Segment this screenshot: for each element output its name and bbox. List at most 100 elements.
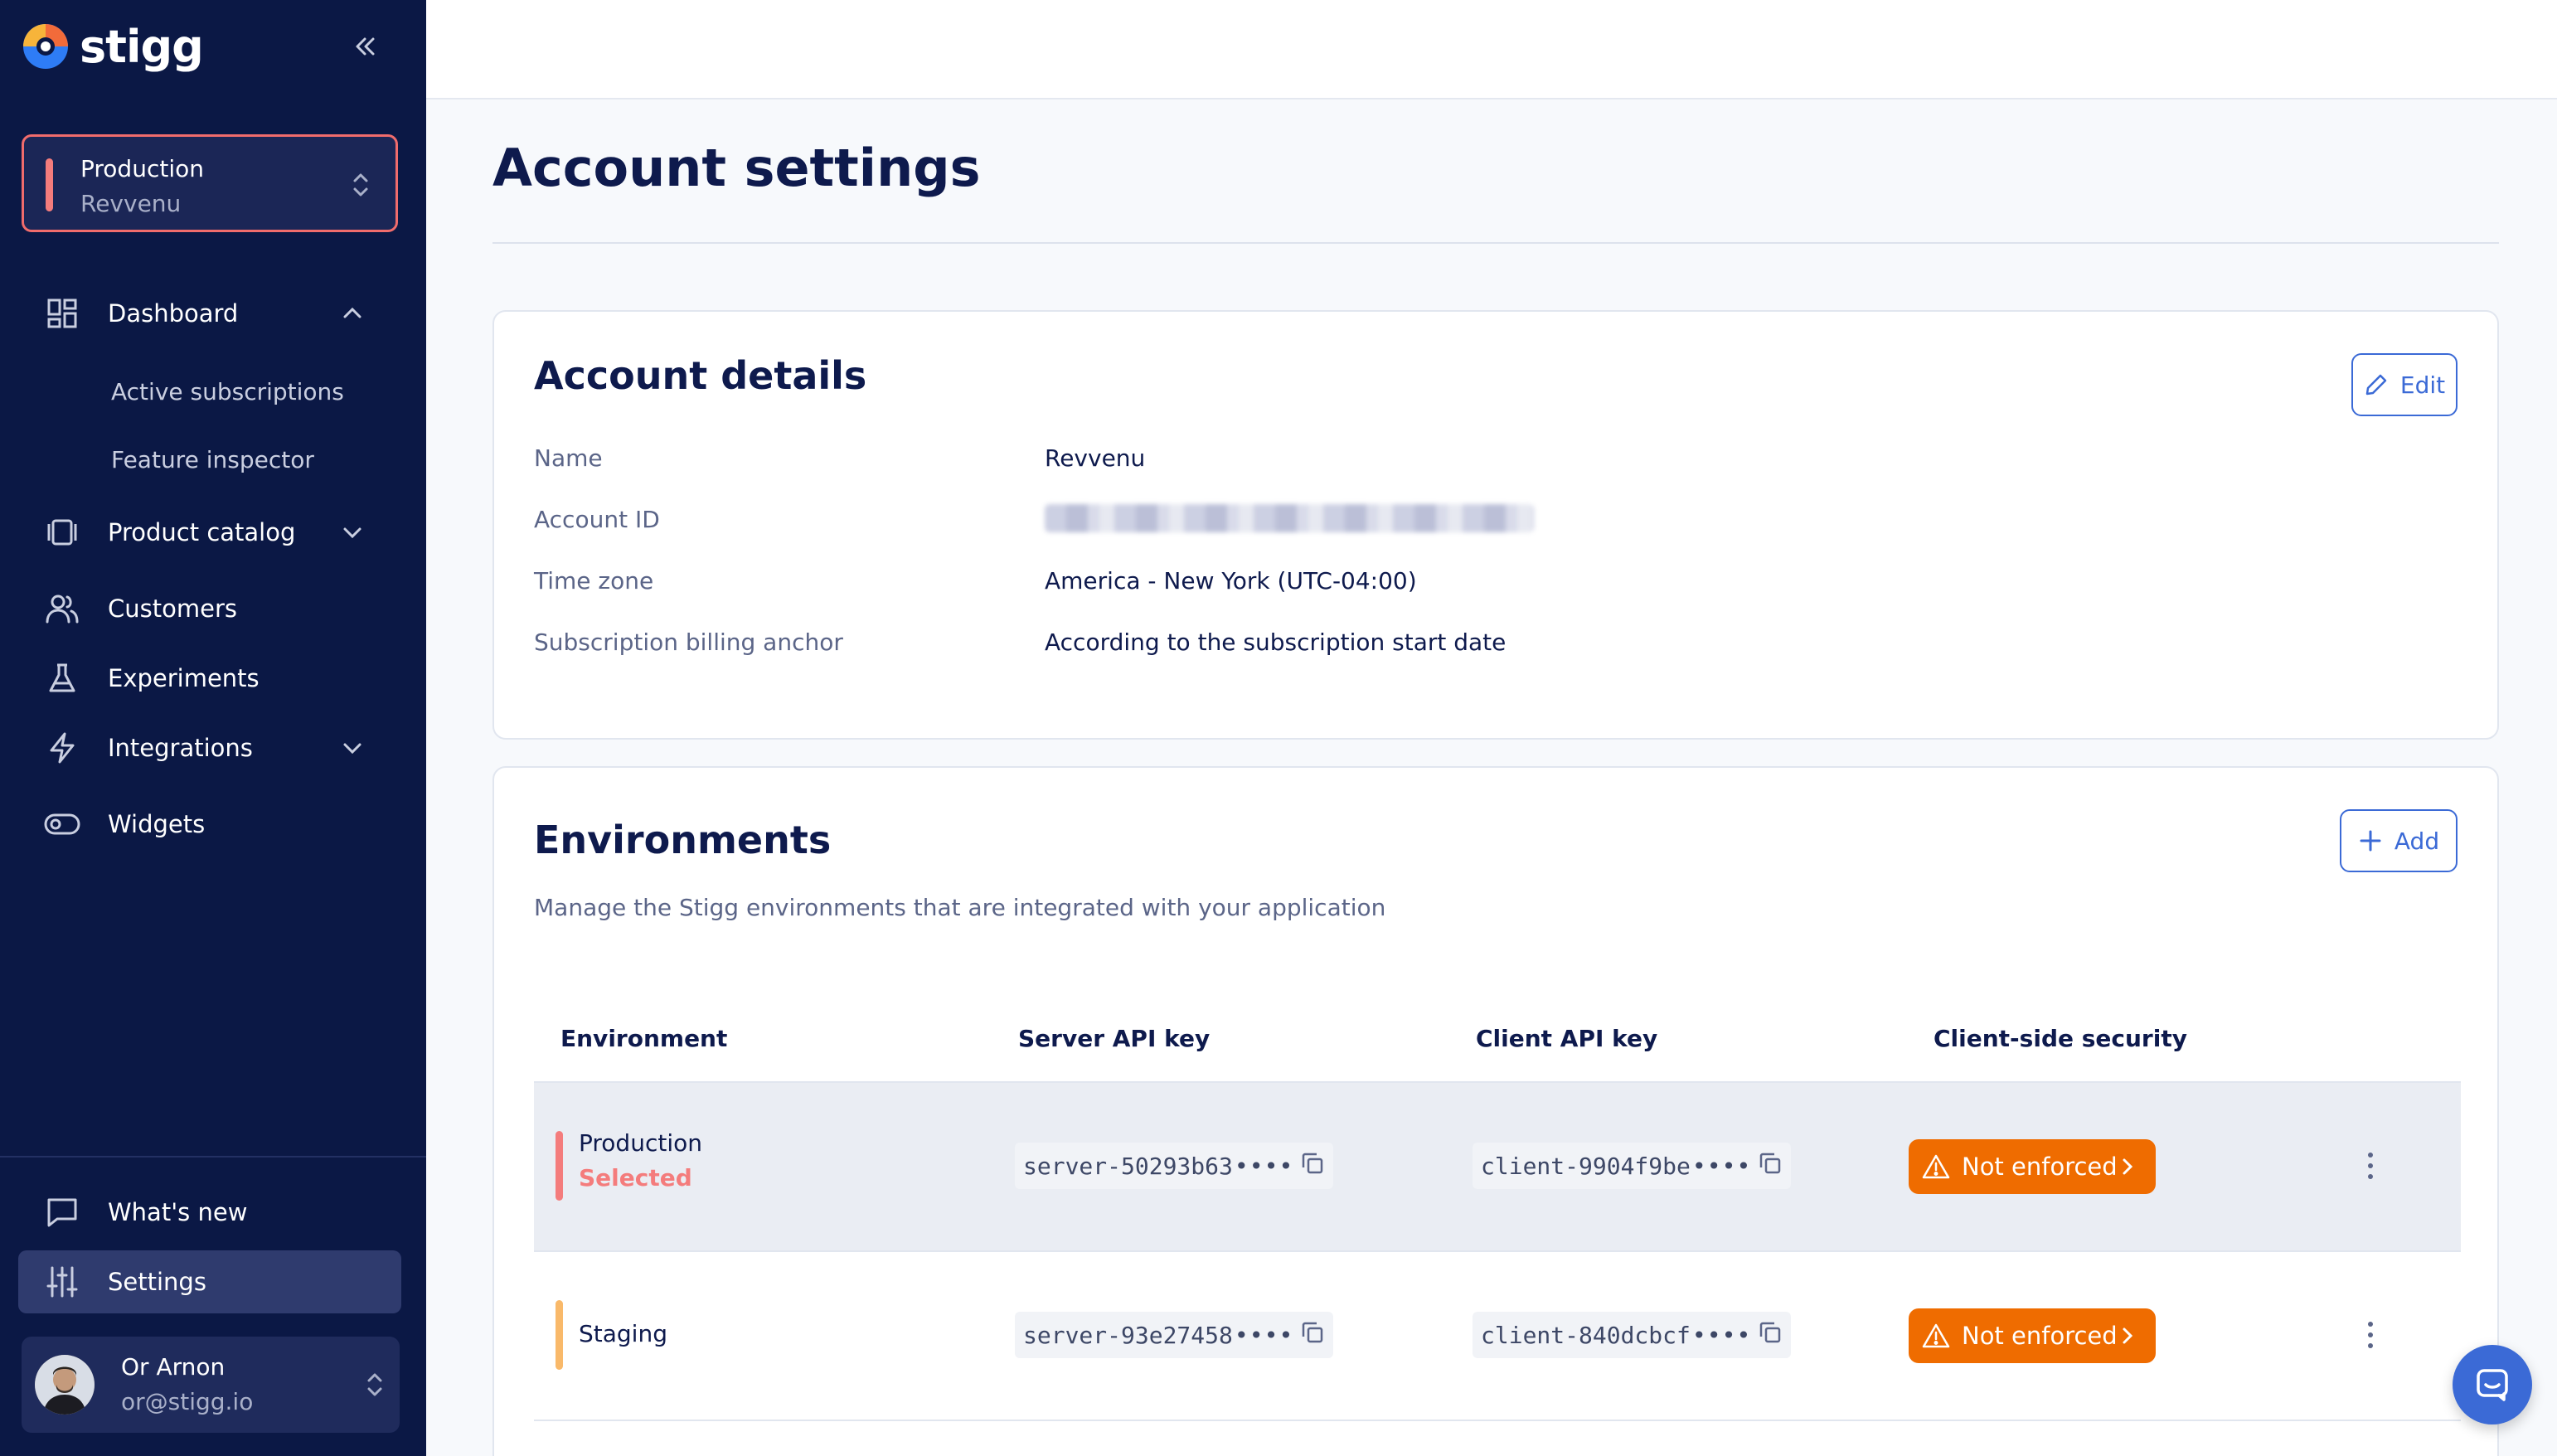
environment-color-bar <box>556 1300 563 1370</box>
current-environment-name: Production <box>80 155 204 182</box>
row-actions-menu[interactable] <box>2358 1141 2383 1191</box>
sliders-icon <box>41 1261 83 1303</box>
nav-customers-label: Customers <box>108 595 237 623</box>
edit-label: Edit <box>2399 371 2446 399</box>
support-chat-button[interactable] <box>2453 1345 2532 1424</box>
stigg-logo-icon <box>22 22 70 70</box>
client-side-security-button[interactable]: Not enforced <box>1909 1139 2156 1194</box>
field-label-billing-anchor: Subscription billing anchor <box>534 629 843 656</box>
nav-dashboard[interactable]: Dashboard <box>41 289 390 338</box>
chevron-up-down-icon <box>365 1370 385 1403</box>
user-menu[interactable]: Or Arnon or@stigg.io <box>22 1337 400 1433</box>
product-catalog-icon <box>41 512 83 553</box>
nav-customers[interactable]: Customers <box>41 584 390 633</box>
collapse-sidebar-button[interactable] <box>347 28 383 65</box>
copy-icon[interactable] <box>1758 1320 1783 1351</box>
field-value-billing-anchor: According to the subscription start date <box>1045 629 1507 656</box>
client-side-security-button[interactable]: Not enforced <box>1909 1308 2156 1363</box>
avatar <box>35 1355 95 1415</box>
nav-feature-inspector[interactable]: Feature inspector <box>111 446 314 473</box>
field-label-name: Name <box>534 444 603 472</box>
top-bar <box>426 0 2557 99</box>
user-email: or@stigg.io <box>121 1388 254 1415</box>
edit-account-button[interactable]: Edit <box>2351 353 2458 416</box>
sidebar-divider <box>0 1156 426 1158</box>
environment-switcher[interactable]: Production Revvenu <box>22 134 398 232</box>
nav-integrations[interactable]: Integrations <box>41 723 390 773</box>
nav-experiments-label: Experiments <box>108 664 260 692</box>
chevron-down-icon <box>340 520 365 548</box>
masked-dots: •••• <box>1691 1321 1752 1349</box>
masked-dots: •••• <box>1234 1152 1294 1180</box>
client-key-value: client-9904f9be <box>1481 1152 1691 1180</box>
field-value-timezone: America - New York (UTC-04:00) <box>1045 567 1417 595</box>
dashboard-icon <box>41 293 83 334</box>
add-label: Add <box>2394 827 2440 855</box>
environment-name: Staging <box>579 1320 667 1347</box>
client-key-value: client-840dcbcf <box>1481 1321 1691 1349</box>
nav-active-subscriptions[interactable]: Active subscriptions <box>111 378 344 405</box>
plus-icon <box>2360 830 2381 852</box>
add-environment-button[interactable]: Add <box>2340 809 2458 872</box>
chevron-up-icon <box>340 301 365 329</box>
selected-badge: Selected <box>579 1164 692 1191</box>
field-label-timezone: Time zone <box>534 567 654 595</box>
security-status: Not enforced <box>1962 1322 2118 1350</box>
table-row[interactable]: Staging server-93e27458 •••• client-840dc… <box>534 1252 2461 1420</box>
flask-icon <box>41 658 83 699</box>
account-details-card: Account details Edit Name Revvenu Accoun… <box>492 310 2499 740</box>
server-api-key: server-93e27458 •••• <box>1015 1312 1334 1358</box>
masked-dots: •••• <box>1234 1321 1294 1349</box>
chevron-down-icon <box>340 735 365 764</box>
chat-bubble-icon <box>41 1191 83 1233</box>
stigg-logo[interactable]: stigg <box>22 20 204 73</box>
security-status: Not enforced <box>1962 1153 2118 1181</box>
column-client-api-key: Client API key <box>1476 1025 1658 1052</box>
chevron-right-icon <box>2123 1327 2133 1344</box>
environment-color-bar <box>556 1131 563 1201</box>
nav-settings-label: Settings <box>108 1268 206 1296</box>
app-name: stigg <box>80 20 204 73</box>
pencil-icon <box>2365 374 2387 396</box>
server-key-value: server-93e27458 <box>1023 1321 1233 1349</box>
column-server-api-key: Server API key <box>1018 1025 1211 1052</box>
nav-settings[interactable]: Settings <box>41 1257 390 1307</box>
account-id-redacted <box>1045 504 1534 532</box>
column-environment: Environment <box>560 1025 728 1052</box>
column-client-side-security: Client-side security <box>1934 1025 2187 1052</box>
row-actions-menu[interactable] <box>2358 1310 2383 1360</box>
user-name: Or Arnon <box>121 1353 226 1381</box>
row-divider <box>534 1420 2461 1421</box>
chevron-up-down-icon <box>351 170 371 203</box>
copy-icon[interactable] <box>1300 1151 1325 1182</box>
account-details-title: Account details <box>534 353 867 398</box>
environments-title: Environments <box>534 818 832 862</box>
customers-icon <box>41 588 83 629</box>
nav-widgets[interactable]: Widgets <box>41 799 390 849</box>
double-chevron-left-icon <box>356 37 375 56</box>
client-api-key: client-840dcbcf •••• <box>1473 1312 1792 1358</box>
nav-experiments[interactable]: Experiments <box>41 653 390 703</box>
nav-integrations-label: Integrations <box>108 734 253 762</box>
chat-icon <box>2477 1369 2508 1401</box>
sidebar: stigg Production Revvenu Dashboard Activ… <box>0 0 426 1456</box>
title-divider <box>492 242 2499 244</box>
server-key-value: server-50293b63 <box>1023 1152 1233 1180</box>
nav-whats-new[interactable]: What's new <box>41 1187 390 1237</box>
field-label-account-id: Account ID <box>534 506 660 533</box>
environments-description: Manage the Stigg environments that are i… <box>534 894 1386 921</box>
page-title: Account settings <box>492 138 981 198</box>
copy-icon[interactable] <box>1300 1320 1325 1351</box>
masked-dots: •••• <box>1691 1152 1752 1180</box>
field-value-name: Revvenu <box>1045 444 1146 472</box>
toggle-icon <box>41 803 83 845</box>
nav-whats-new-label: What's new <box>108 1198 248 1226</box>
nav-widgets-label: Widgets <box>108 810 206 838</box>
table-row[interactable]: Production Selected server-50293b63 •••• … <box>534 1083 2461 1250</box>
environments-card: Environments Add Manage the Stigg enviro… <box>492 766 2499 1456</box>
environment-name: Production <box>579 1129 702 1157</box>
chevron-right-icon <box>2123 1158 2133 1175</box>
copy-icon[interactable] <box>1758 1151 1783 1182</box>
nav-product-catalog[interactable]: Product catalog <box>41 507 390 557</box>
current-account-name: Revvenu <box>80 190 182 217</box>
